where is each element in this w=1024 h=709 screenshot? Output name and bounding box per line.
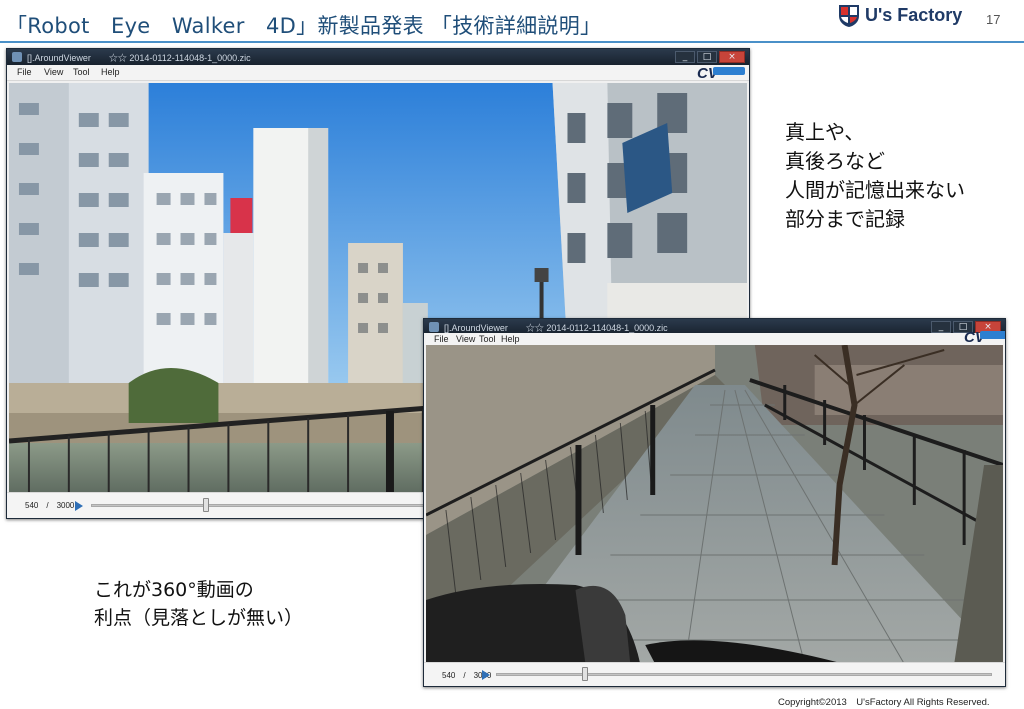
menu-bar-items: File View Tool Help CV [424,330,1005,345]
caption-bottom-left: これが360°動画の 利点（見落としが無い） [94,576,303,632]
cv-logo-badge-icon [980,331,1005,339]
minimize-button[interactable]: _ [931,321,951,333]
minimize-button[interactable]: _ [675,51,695,63]
window-titlebar[interactable]: [].AroundViewer ☆☆ 2014-0112-114048-1_00… [7,49,749,65]
title-divider [0,41,1024,43]
menu-tool[interactable]: Tool [479,334,496,344]
menu-help[interactable]: Help [101,67,120,77]
caption-line: 人間が記憶出来ない [785,178,965,202]
menu-bar: File View Tool Help CV [7,65,749,81]
maximize-button[interactable]: □ [697,51,717,63]
frame-counter: 540 / 3000 [25,501,75,510]
menu-view[interactable]: View [456,334,475,344]
app-icon [12,52,22,62]
caption-top-right: 真上や、 真後ろなど 人間が記憶出来ない 部分まで記録 [785,118,965,234]
window-title: [].AroundViewer ☆☆ 2014-0112-114048-1_00… [27,53,251,63]
copyright-notice: Copyright©2013 U'sFactory All Rights Res… [778,697,990,708]
caption-line: 利点（見落としが無い） [94,607,304,629]
menu-tool[interactable]: Tool [73,67,90,77]
play-icon[interactable] [75,501,83,511]
menu-file[interactable]: File [17,67,32,77]
page-number: 17 [986,12,1001,27]
app-icon [429,322,439,332]
us-factory-logo-icon [839,5,859,27]
cv-logo-badge-icon [713,67,745,75]
menu-view[interactable]: View [44,67,63,77]
caption-line: 真後ろなど [785,149,885,173]
seek-thumb[interactable] [582,667,589,681]
viewer-window-front[interactable]: [].AroundViewer ☆☆ 2014-0112-114048-1_00… [423,318,1006,687]
caption-line: 真上や、 [785,120,865,144]
seek-bar[interactable] [496,673,992,676]
close-button[interactable]: × [719,51,745,63]
caption-line: 部分まで記録 [785,207,905,231]
play-icon[interactable] [482,670,490,680]
seek-thumb[interactable] [203,498,210,512]
us-factory-logo: U's Factory [838,4,978,30]
panorama-view-walkway[interactable] [426,345,1003,664]
caption-line: これが360°動画の [94,579,254,601]
playback-controls: 540 / 3000 [424,662,1005,686]
logo-text: U's Factory [865,5,963,25]
slide-title: 「Robot Eye Walker 4D」新製品発表 「技術詳細説明」 [6,14,602,38]
menu-help[interactable]: Help [501,334,520,344]
menu-file[interactable]: File [434,334,449,344]
